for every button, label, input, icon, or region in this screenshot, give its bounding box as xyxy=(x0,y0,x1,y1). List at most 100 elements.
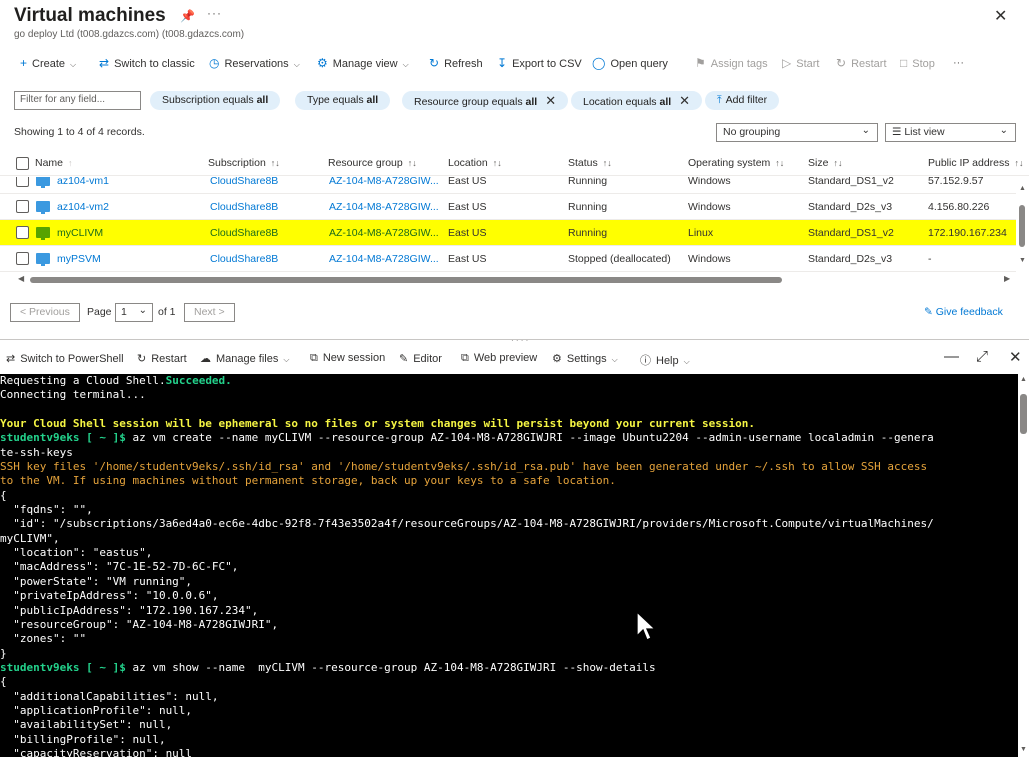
more-commands-icon[interactable]: ··· xyxy=(953,52,964,74)
manage-files-button[interactable]: ☁ Manage files ⌵ xyxy=(200,352,289,365)
assign-tags-button[interactable]: ⚑ Assign tags xyxy=(695,52,768,74)
terminal-text: az vm show --name myCLIVM --resource-gro… xyxy=(132,660,656,674)
column-header-public-ip[interactable]: Public IP address ↑↓ xyxy=(928,157,1024,169)
scroll-up-icon[interactable]: ▲ xyxy=(1020,376,1027,383)
subscription-link[interactable]: CloudShare8B xyxy=(210,253,278,265)
terminal-line: SSH key files '/home/studentv9eks/.ssh/i… xyxy=(0,460,1018,474)
remove-filter-icon[interactable]: ✕ xyxy=(545,93,556,108)
table-row[interactable]: az104-vm2 CloudShare8B AZ-104-M8-A728GIW… xyxy=(0,194,1016,220)
column-header-resource-group[interactable]: Resource group ↑↓ xyxy=(328,157,417,169)
vm-name-link[interactable]: az104-vm1 xyxy=(57,177,109,187)
start-button[interactable]: ▷ Start xyxy=(782,52,819,74)
scroll-right-icon[interactable]: ▶ xyxy=(1004,274,1010,283)
web-preview-button[interactable]: ⧉ Web preview xyxy=(461,352,537,365)
subscription-link[interactable]: CloudShare8B xyxy=(210,201,278,213)
previous-page-button[interactable]: < Previous xyxy=(10,303,80,322)
resource-group-link[interactable]: AZ-104-M8-A728GIW... xyxy=(329,227,439,239)
column-header-os[interactable]: Operating system ↑↓ xyxy=(688,157,784,169)
vm-icon xyxy=(36,253,50,266)
give-feedback-link[interactable]: ✎ Give feedback xyxy=(924,306,1003,318)
terminal-line: "availabilitySet": null, xyxy=(0,718,1018,732)
blade-header: Virtual machines 📌 ··· go deploy Ltd (t0… xyxy=(0,0,1029,44)
list-icon: ☰ xyxy=(892,126,905,138)
column-header-status[interactable]: Status ↑↓ xyxy=(568,157,612,169)
filter-pill-resource-group[interactable]: Resource group equals all ✕ xyxy=(402,91,569,110)
vm-name-link[interactable]: myCLIVM xyxy=(57,227,103,239)
switch-to-classic-button[interactable]: ⇄ Switch to classic xyxy=(99,52,195,74)
subscription-link[interactable]: CloudShare8B xyxy=(210,177,278,187)
manage-view-button[interactable]: ⚙ Manage view ⌵ xyxy=(317,52,409,74)
filter-pill-location[interactable]: Location equals all ✕ xyxy=(571,91,703,110)
grouping-dropdown[interactable]: No grouping ⌄ xyxy=(716,123,878,142)
vm-name-link[interactable]: az104-vm2 xyxy=(57,201,109,213)
table-row[interactable]: az104-vm1 CloudShare8B AZ-104-M8-A728GIW… xyxy=(0,177,1016,194)
pin-icon[interactable]: 📌 xyxy=(180,9,195,23)
terminal-text: te-ssh-keys xyxy=(0,445,73,459)
table-row[interactable]: myPSVM CloudShare8B AZ-104-M8-A728GIW...… xyxy=(0,246,1016,272)
stop-button[interactable]: □ Stop xyxy=(900,52,935,74)
scroll-thumb[interactable] xyxy=(1020,394,1027,434)
vm-name-link[interactable]: myPSVM xyxy=(57,253,101,265)
new-session-button[interactable]: ⧉ New session xyxy=(310,352,385,365)
select-all-checkbox[interactable] xyxy=(16,157,29,170)
resource-group-link[interactable]: AZ-104-M8-A728GIW... xyxy=(329,253,439,265)
filter-pill-subscription[interactable]: Subscription equals all xyxy=(150,91,281,110)
open-query-button[interactable]: ◯ Open query xyxy=(592,52,668,74)
settings-button[interactable]: ⚙ Settings ⌵ xyxy=(552,352,618,365)
row-checkbox[interactable] xyxy=(16,200,29,213)
scroll-up-icon[interactable]: ▲ xyxy=(1019,185,1026,192)
chevron-down-icon: ⌵ xyxy=(683,357,690,366)
cloud-shell-toolbar: ⇄ Switch to PowerShell ↻ Restart ☁ Manage f… xyxy=(0,344,1029,374)
view-mode-dropdown[interactable]: ☰ List view ⌄ xyxy=(885,123,1016,142)
help-button[interactable]: ⓘ Help ⌵ xyxy=(640,352,690,368)
column-header-size[interactable]: Size ↑↓ xyxy=(808,157,842,169)
subscription-link[interactable]: CloudShare8B xyxy=(210,227,278,239)
row-checkbox[interactable] xyxy=(16,177,29,187)
row-checkbox[interactable] xyxy=(16,252,29,265)
remove-filter-icon[interactable]: ✕ xyxy=(679,93,690,108)
scroll-down-icon[interactable]: ▼ xyxy=(1019,257,1026,264)
reservations-button[interactable]: ◷ Reservations ⌵ xyxy=(209,52,300,74)
create-button[interactable]: + Create ⌵ xyxy=(20,52,76,74)
page-select[interactable]: 1 ⌄ xyxy=(115,303,153,322)
switch-to-powershell-button[interactable]: ⇄ Switch to PowerShell xyxy=(6,352,124,365)
restart-button[interactable]: ↻ Restart xyxy=(836,52,887,74)
terminal-output[interactable]: Requesting a Cloud Shell.Succeeded. Conne… xyxy=(0,374,1018,757)
add-filter-button[interactable]: ⤒ Add filter xyxy=(705,91,780,110)
editor-button[interactable]: ✎ Editor xyxy=(399,352,442,365)
refresh-button[interactable]: ↻ Refresh xyxy=(429,52,483,74)
filter-input[interactable]: Filter for any field... xyxy=(14,91,141,110)
terminal-line: "fqdns": "", xyxy=(0,503,1018,517)
terminal-text: { xyxy=(0,675,7,689)
more-options-icon[interactable]: ··· xyxy=(207,6,222,20)
column-header-subscription[interactable]: Subscription ↑↓ xyxy=(208,157,280,169)
minimize-icon[interactable]: — xyxy=(944,348,959,365)
filter-pill-type[interactable]: Type equals all xyxy=(295,91,391,110)
switch-icon: ⇄ xyxy=(6,353,16,365)
vm-icon xyxy=(36,227,50,240)
records-count: Showing 1 to 4 of 4 records. xyxy=(14,126,145,138)
scroll-down-icon[interactable]: ▼ xyxy=(1020,746,1027,753)
row-checkbox[interactable] xyxy=(16,226,29,239)
next-page-button[interactable]: Next > xyxy=(184,303,235,322)
scroll-thumb[interactable] xyxy=(30,277,782,283)
maximize-icon[interactable]: ⤢ xyxy=(976,348,988,365)
export-csv-button[interactable]: ↧ Export to CSV xyxy=(497,52,582,74)
column-header-location[interactable]: Location ↑↓ xyxy=(448,157,502,169)
terminal-text: } xyxy=(0,646,7,660)
scroll-left-icon[interactable]: ◀ xyxy=(18,274,24,283)
table-vertical-scrollbar[interactable]: ▲ ▼ xyxy=(1016,177,1029,273)
table-row-highlighted[interactable]: myCLIVM CloudShare8B AZ-104-M8-A728GIW..… xyxy=(0,220,1016,246)
table-horizontal-scrollbar[interactable]: ◀ ▶ xyxy=(0,274,1016,286)
scroll-thumb[interactable] xyxy=(1019,205,1025,247)
shell-restart-button[interactable]: ↻ Restart xyxy=(137,352,187,365)
resource-group-link[interactable]: AZ-104-M8-A728GIW... xyxy=(329,201,439,213)
pencil-icon: ✎ xyxy=(399,353,409,365)
column-header-name[interactable]: Name ↑ xyxy=(35,157,73,169)
resource-group-link[interactable]: AZ-104-M8-A728GIW... xyxy=(329,177,439,187)
terminal-scrollbar[interactable]: ▲ ▼ xyxy=(1018,374,1029,757)
close-shell-icon[interactable]: ✕ xyxy=(1009,348,1022,366)
close-icon[interactable]: ✕ xyxy=(994,6,1007,26)
terminal-line: to the VM. If using machines without per… xyxy=(0,474,1018,488)
pane-splitter[interactable]: · · · · xyxy=(0,336,1029,345)
